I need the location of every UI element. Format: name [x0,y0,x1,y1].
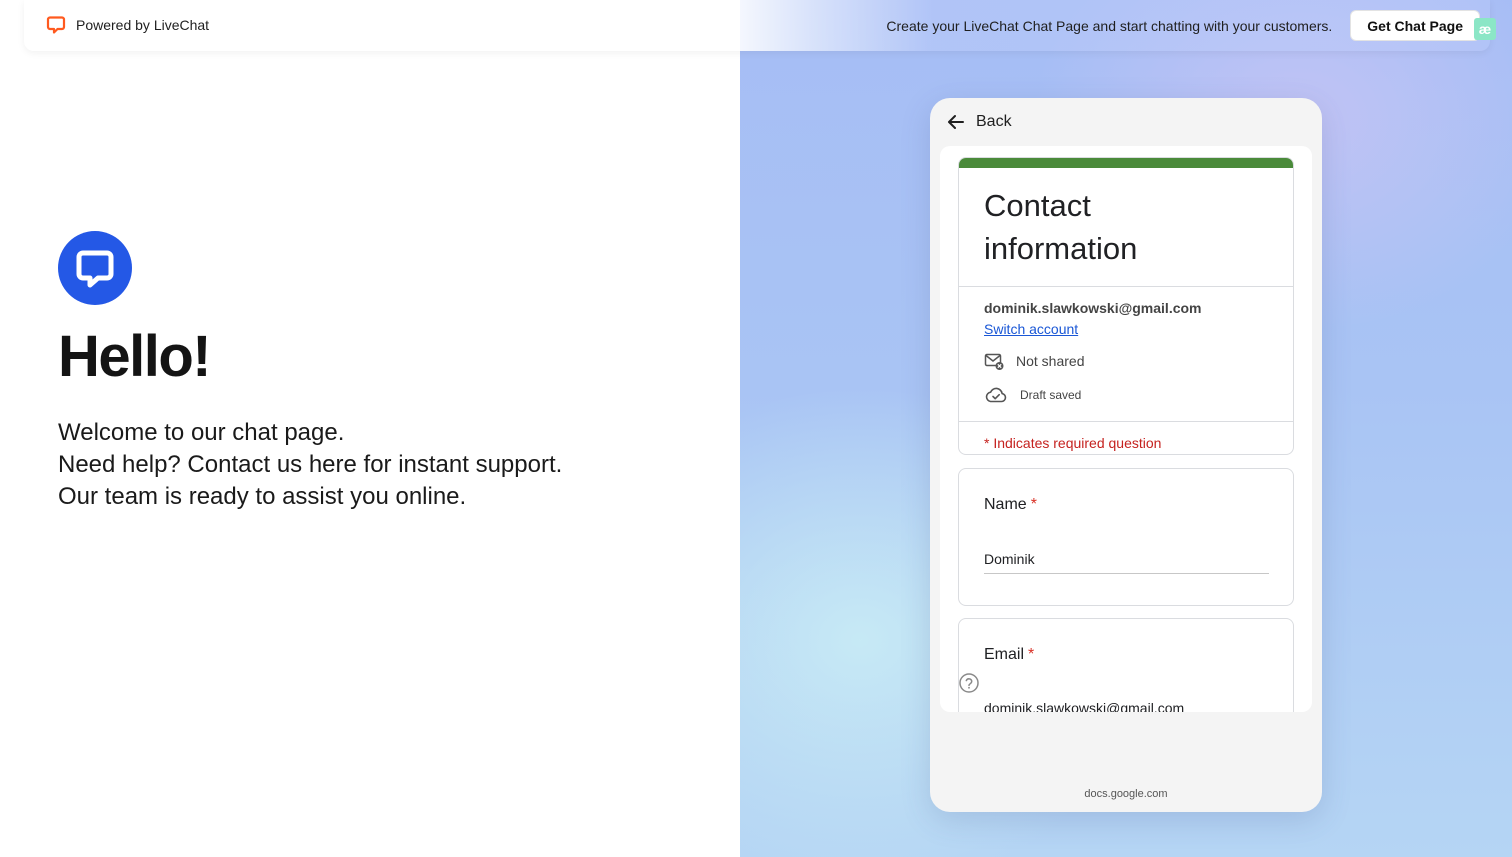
phone-preview: Back Contact information dominik.slawkow… [930,98,1322,812]
mail-off-icon [984,353,1004,370]
embedded-form-frame[interactable]: Contact information dominik.slawkowski@g… [940,146,1312,712]
powered-by[interactable]: Powered by LiveChat [46,15,209,35]
required-asterisk: * [1028,646,1035,663]
question-label: Name * [984,496,1037,514]
promo-text: Create your LiveChat Chat Page and start… [886,17,1333,34]
back-button[interactable]: Back [946,112,1012,132]
cloud-check-icon [985,387,1007,403]
help-circle-icon[interactable] [958,672,980,694]
back-label: Back [976,113,1012,130]
required-note: * Indicates required question [984,435,1162,451]
question-card-email: Email * dominik.slawkowski@gmail.com [958,618,1294,712]
hero-line: Welcome to our chat page. [58,419,345,446]
draft-saved-row: Draft saved [984,385,1268,405]
form-accent-bar [959,158,1293,168]
form-title-line: Contact [984,188,1091,223]
question-card-name: Name * Dominik [958,468,1294,606]
switch-account-link[interactable]: Switch account [984,321,1078,337]
not-shared-text: Not shared [1016,353,1085,369]
livechat-chat-page: Powered by LiveChat Create your LiveChat… [0,0,1512,857]
form-title-line: information [984,231,1138,266]
question-label-text: Email [984,646,1025,663]
hero-heading: Hello! [58,324,212,389]
top-bar: Powered by LiveChat Create your LiveChat… [24,0,1496,51]
draft-saved-text: Draft saved [1020,388,1082,402]
source-domain: docs.google.com [1084,788,1168,800]
not-shared-row: Not shared [984,351,1268,371]
hero-text: Welcome to our chat page. Need help? Con… [58,417,562,513]
get-chat-page-button[interactable]: Get Chat Page [1350,10,1480,41]
question-label: Email * [984,646,1034,664]
form-header-card: Contact information dominik.slawkowski@g… [958,157,1294,455]
extension-badge[interactable]: æ [1474,18,1496,40]
hero: Hello! Welcome to our chat page. Need he… [58,231,562,513]
account-section: dominik.slawkowski@gmail.com Switch acco… [959,287,1293,405]
hero-line: Our team is ready to assist you online. [58,483,467,510]
form-title: Contact information [959,168,1293,286]
required-asterisk: * [1030,496,1037,513]
account-email: dominik.slawkowski@gmail.com [984,300,1202,316]
powered-by-label: Powered by LiveChat [76,17,210,33]
hero-line: Need help? Contact us here for instant s… [58,451,563,478]
question-label-text: Name [984,496,1027,513]
name-input[interactable]: Dominik [984,551,1269,574]
topbar-promo: Create your LiveChat Chat Page and start… [886,10,1480,41]
livechat-logo-icon [46,16,66,34]
email-input[interactable]: dominik.slawkowski@gmail.com [984,700,1269,712]
arrow-left-icon [948,115,964,129]
livechat-logo-icon [58,231,132,305]
